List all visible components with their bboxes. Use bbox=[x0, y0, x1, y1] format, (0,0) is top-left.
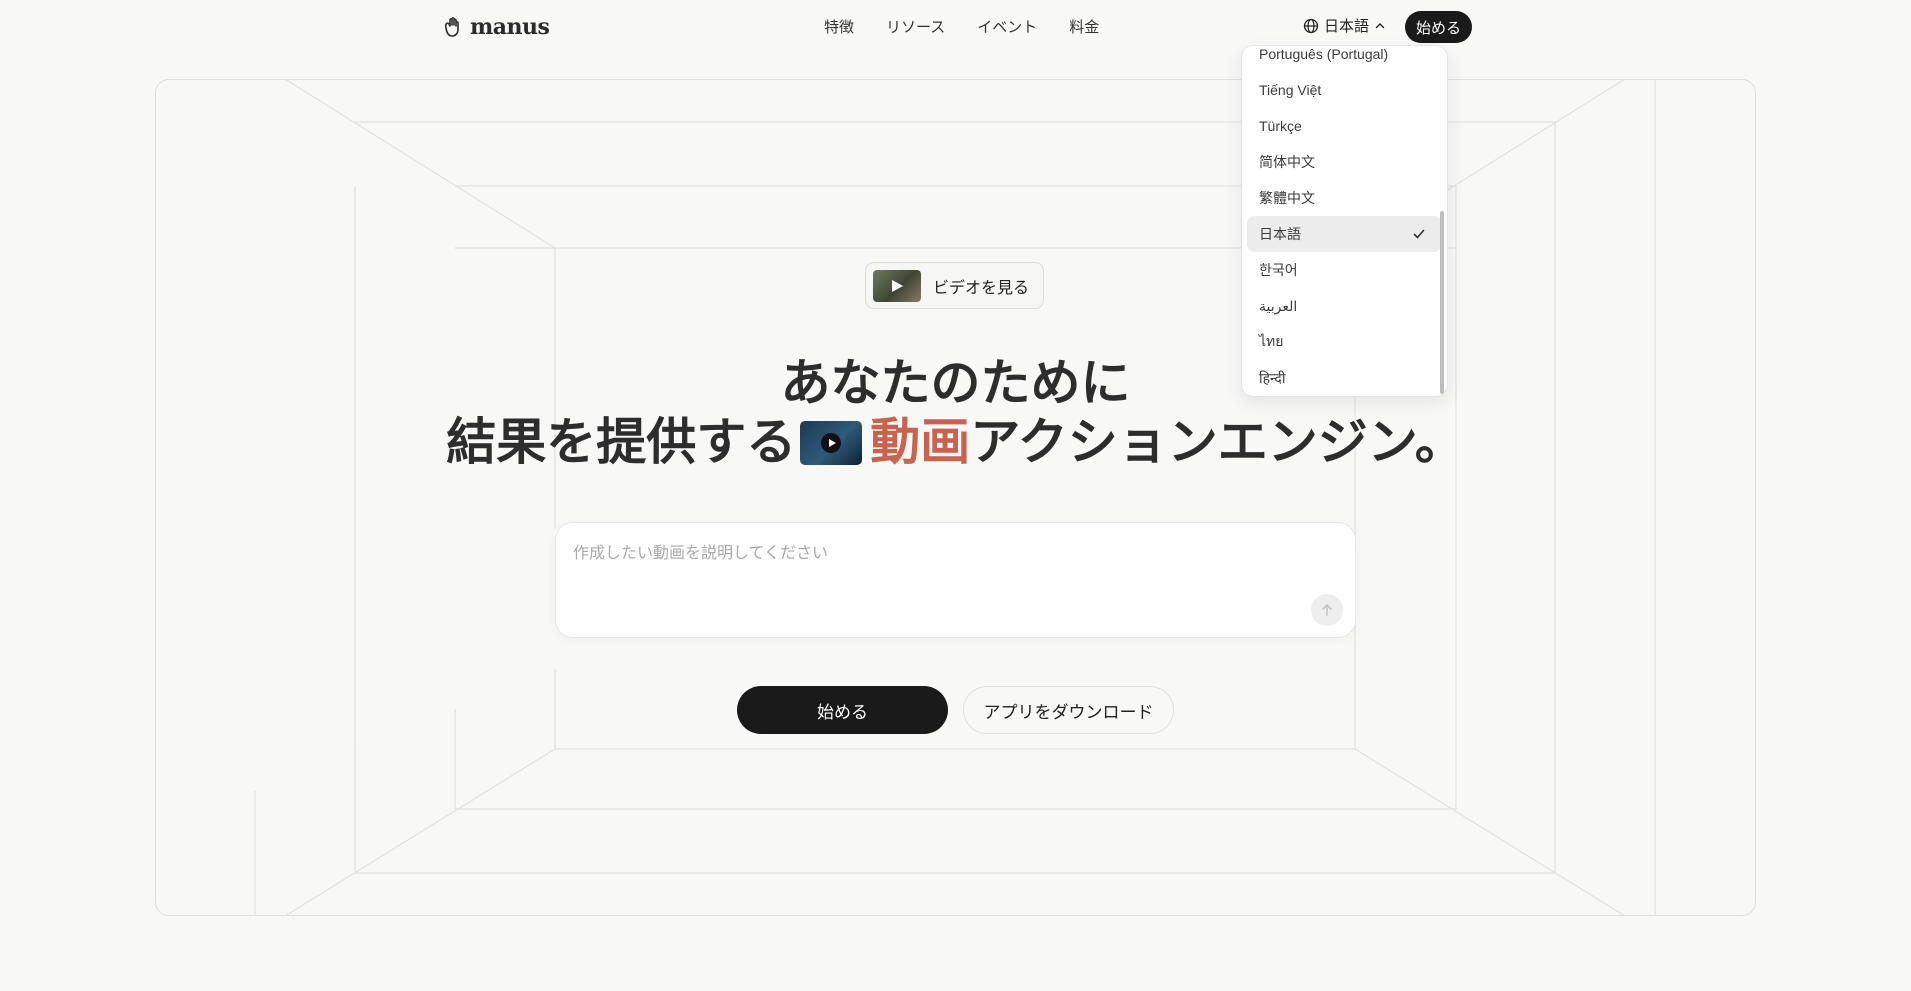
language-option-label: العربية bbox=[1259, 297, 1298, 314]
logo[interactable]: manus bbox=[442, 14, 550, 40]
top-nav: 特徴 リソース イベント 料金 bbox=[824, 16, 1099, 37]
dropdown-scrollbar[interactable] bbox=[1440, 211, 1444, 394]
language-option[interactable]: 한국어 bbox=[1247, 252, 1442, 288]
prompt-input[interactable] bbox=[571, 537, 1335, 591]
nav-item-resources[interactable]: リソース bbox=[886, 16, 945, 37]
headline-line-2: 結果を提供する 動画アクションエンジン。 bbox=[0, 412, 1911, 472]
language-option-label: Português (Portugal) bbox=[1259, 46, 1389, 62]
language-option[interactable]: Tiếng Việt bbox=[1247, 72, 1442, 108]
globe-icon bbox=[1303, 18, 1319, 33]
language-option-label: हिन्दी bbox=[1259, 369, 1286, 386]
watch-video-button[interactable]: ビデオを見る bbox=[865, 262, 1044, 309]
language-option-label: Türkçe bbox=[1259, 118, 1302, 134]
nav-item-events[interactable]: イベント bbox=[977, 16, 1037, 37]
language-option[interactable]: Türkçe bbox=[1247, 108, 1442, 144]
arrow-up-icon bbox=[1322, 604, 1332, 616]
download-app-button[interactable]: アプリをダウンロード bbox=[963, 686, 1174, 734]
language-option-label: 日本語 bbox=[1259, 226, 1301, 242]
headline-accent-word: 動画 bbox=[870, 412, 971, 471]
language-option[interactable]: 繁體中文 bbox=[1247, 180, 1442, 216]
language-list: Português (Portugal) Tiếng Việt Türkçe 简… bbox=[1242, 46, 1447, 396]
watch-video-label: ビデオを見る bbox=[933, 279, 1030, 297]
start-button[interactable]: 始める bbox=[737, 686, 948, 734]
inline-video-thumbnail[interactable] bbox=[800, 421, 863, 465]
play-circle-icon bbox=[821, 433, 842, 453]
manus-hand-icon bbox=[444, 17, 459, 37]
language-dropdown: Português (Portugal) Tiếng Việt Türkçe 简… bbox=[1241, 45, 1448, 397]
language-option[interactable]: हिन्दी bbox=[1247, 360, 1442, 396]
nav-item-pricing[interactable]: 料金 bbox=[1069, 16, 1099, 37]
headline-line-1: あなたのために bbox=[780, 353, 1131, 412]
hero-perspective-lines bbox=[254, 79, 1656, 916]
language-option-label: 繁體中文 bbox=[1259, 190, 1315, 206]
language-option[interactable]: العربية bbox=[1247, 288, 1442, 324]
headline-line-2-pre: 結果を提供する bbox=[446, 412, 797, 471]
language-option-label: 简体中文 bbox=[1259, 154, 1315, 170]
send-button[interactable] bbox=[1311, 594, 1343, 626]
language-option[interactable]: 简体中文 bbox=[1247, 144, 1442, 180]
language-selector-label: 日本語 bbox=[1324, 18, 1370, 35]
video-thumbnail bbox=[873, 269, 921, 302]
logo-text: manus bbox=[470, 14, 550, 40]
headline-line-2-post: アクションエンジン。 bbox=[970, 412, 1465, 471]
chevron-up-icon bbox=[1375, 22, 1385, 28]
language-option[interactable]: Português (Portugal) bbox=[1247, 46, 1442, 72]
language-option-label: ไทย bbox=[1259, 333, 1284, 349]
language-option-selected[interactable]: 日本語 bbox=[1247, 216, 1442, 252]
language-option[interactable]: ไทย bbox=[1247, 324, 1442, 360]
language-option-label: Tiếng Việt bbox=[1259, 82, 1322, 98]
check-icon bbox=[1413, 229, 1425, 239]
nav-item-features[interactable]: 特徴 bbox=[824, 16, 854, 37]
language-selector-button[interactable]: 日本語 bbox=[1303, 15, 1386, 36]
header-start-button[interactable]: 始める bbox=[1405, 11, 1472, 43]
prompt-box bbox=[555, 522, 1356, 638]
play-icon bbox=[892, 279, 903, 292]
language-option-label: 한국어 bbox=[1259, 262, 1298, 278]
